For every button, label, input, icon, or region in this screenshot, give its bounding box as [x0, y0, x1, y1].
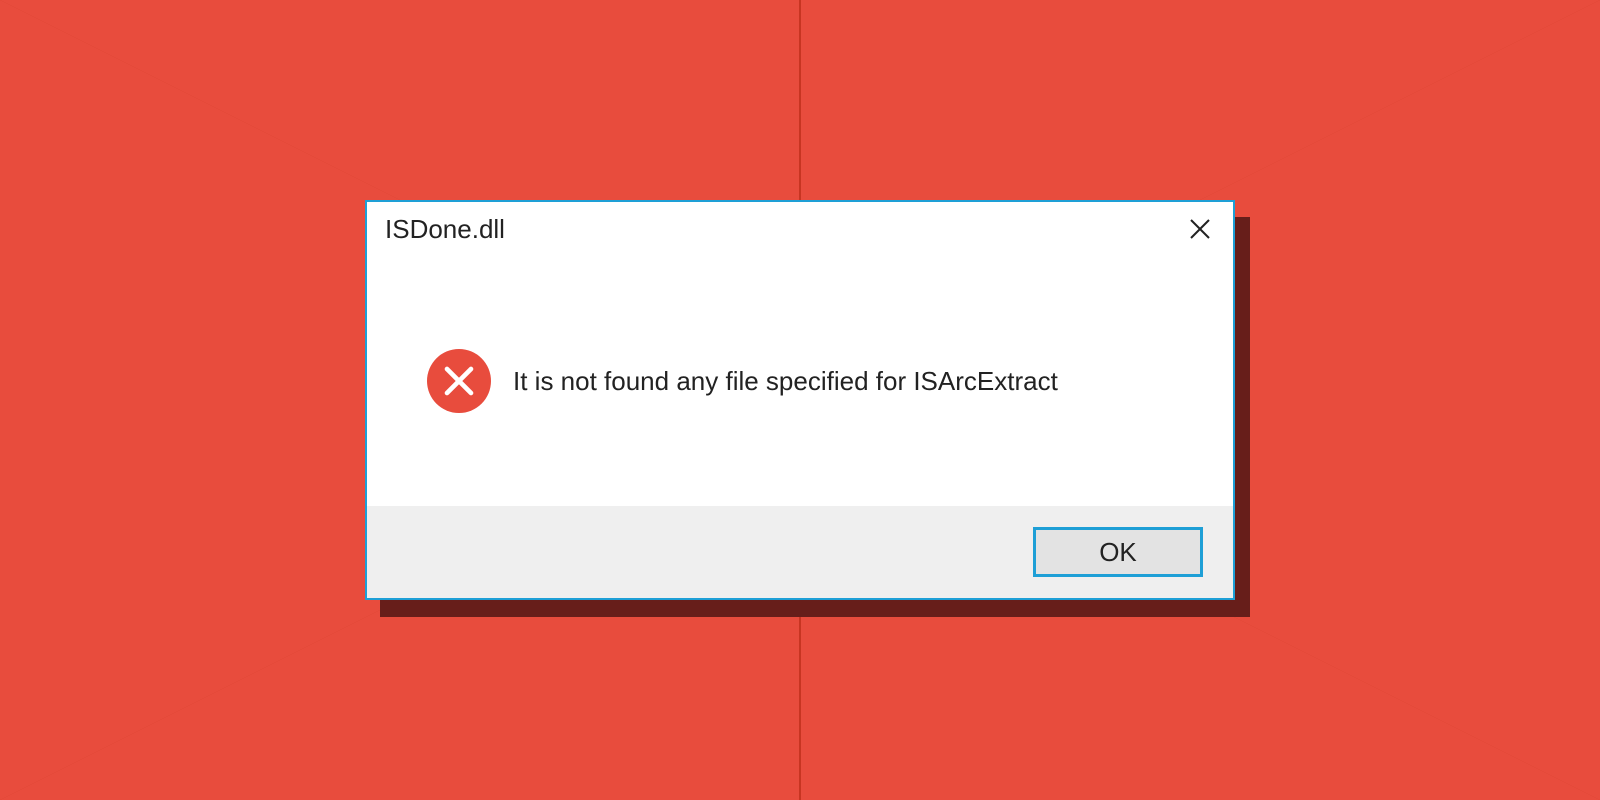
ok-button[interactable]: OK [1033, 527, 1203, 577]
error-icon [427, 349, 491, 413]
dialog-title: ISDone.dll [385, 214, 505, 245]
titlebar: ISDone.dll [367, 202, 1233, 256]
dialog-footer: OK [367, 506, 1233, 598]
error-message: It is not found any file specified for I… [513, 366, 1058, 397]
x-icon [443, 365, 475, 397]
close-button[interactable] [1177, 206, 1223, 252]
dialog-content: It is not found any file specified for I… [367, 256, 1233, 506]
error-dialog: ISDone.dll It is not found any file spec… [365, 200, 1235, 600]
close-icon [1188, 217, 1212, 241]
